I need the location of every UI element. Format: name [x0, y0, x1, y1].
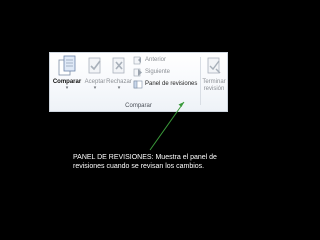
reject-button[interactable]: Rechazar ▾: [106, 55, 132, 95]
compare-dropdown-marker[interactable]: ▾: [66, 86, 69, 91]
revisions-panel-button[interactable]: Panel de revisiones: [133, 80, 197, 89]
accept-icon: [88, 57, 101, 74]
ribbon-panel: Comparar ▾ Aceptar ▾ Rechazar ▾ Anterior: [49, 52, 228, 112]
end-review-button[interactable]: Terminar revisión: [200, 55, 228, 95]
end-review-label-line2: revisión: [203, 86, 225, 92]
reject-dropdown-marker[interactable]: ▾: [118, 86, 121, 91]
next-label: Siguiente: [145, 69, 171, 75]
reject-icon: [112, 57, 125, 74]
accept-button[interactable]: Aceptar ▾: [83, 55, 107, 95]
previous-label: Anterior: [145, 57, 167, 63]
compare-icon: [58, 55, 76, 76]
end-review-label-line1: Terminar: [202, 79, 226, 85]
end-review-icon: [207, 57, 221, 74]
navigation-list: Anterior Siguiente Panel de revisiones: [133, 56, 197, 89]
pointer-arrow: [149, 101, 185, 151]
previous-icon: [133, 56, 141, 65]
accept-dropdown-marker[interactable]: ▾: [94, 86, 97, 91]
callout-text: PANEL DE REVISIONES: Muestra el panel de…: [73, 154, 217, 170]
revisions-panel-icon: [133, 80, 143, 89]
next-button[interactable]: Siguiente: [133, 68, 197, 77]
group-label: Comparar: [125, 103, 152, 109]
compare-button[interactable]: Comparar ▾: [52, 55, 82, 95]
previous-button[interactable]: Anterior: [133, 56, 197, 65]
next-icon: [133, 68, 142, 77]
revisions-panel-label: Panel de revisiones: [145, 81, 198, 87]
